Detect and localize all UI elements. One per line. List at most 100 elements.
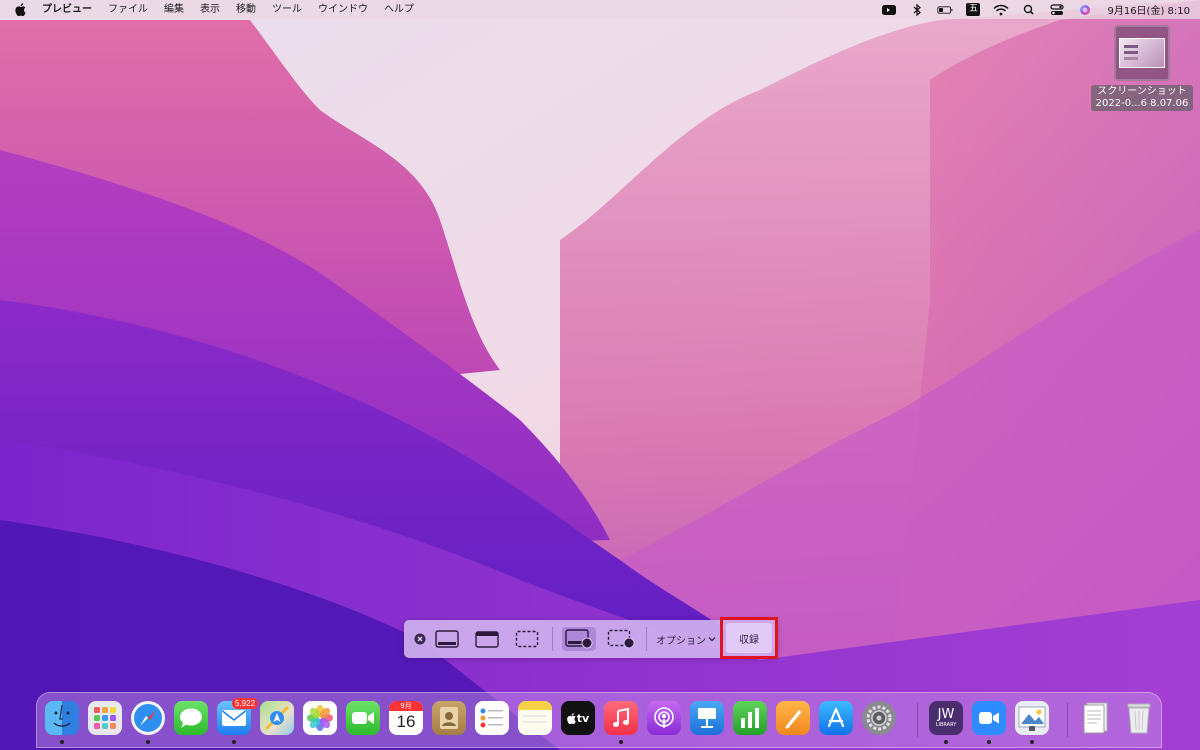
apple-tv-icon: tv: [561, 701, 595, 735]
menu-tools[interactable]: ツール: [264, 0, 310, 19]
podcasts-icon: [647, 701, 681, 735]
pages-icon: [776, 701, 810, 735]
photos-icon: [303, 701, 337, 735]
menu-view[interactable]: 表示: [192, 0, 228, 19]
search-icon[interactable]: [1015, 0, 1043, 19]
numbers-icon: [733, 701, 767, 735]
document-stack-icon: [1079, 701, 1113, 735]
dock-pages[interactable]: [776, 701, 810, 735]
dock-messages[interactable]: [174, 701, 208, 735]
dock-separator: [1067, 703, 1068, 737]
wifi-icon[interactable]: [987, 0, 1015, 19]
running-indicator: [619, 740, 623, 744]
dock-maps[interactable]: [260, 701, 294, 735]
options-button[interactable]: オプション: [654, 627, 718, 651]
launchpad-icon: [88, 701, 122, 735]
dock-system-preferences[interactable]: [862, 701, 896, 735]
dock-finder[interactable]: [45, 701, 79, 744]
close-icon[interactable]: [412, 627, 428, 651]
capture-entire-screen-icon[interactable]: [432, 627, 462, 651]
record-entire-screen-icon[interactable]: [562, 627, 596, 651]
jw-library-icon: JW LIBRARY: [929, 701, 963, 735]
dock-music[interactable]: [604, 701, 638, 744]
notes-icon: [518, 701, 552, 735]
jw-sublabel: LIBRARY: [935, 721, 957, 728]
mail-badge: 5,922: [232, 698, 259, 709]
dock-contacts[interactable]: [432, 701, 466, 735]
desktop-screenshot-file[interactable]: スクリーンショット 2022-0...6 8.07.06: [1090, 25, 1194, 111]
dock-tv[interactable]: tv: [561, 701, 595, 735]
dock-mail[interactable]: 5,922: [217, 698, 259, 744]
options-label: オプション: [656, 635, 706, 647]
calendar-month: 9月: [389, 701, 423, 711]
dock-notes[interactable]: [518, 701, 552, 735]
dock-facetime[interactable]: [346, 701, 380, 735]
apple-logo-icon[interactable]: [0, 3, 40, 16]
dock-jw-library[interactable]: JW LIBRARY: [929, 701, 963, 744]
record-selection-icon[interactable]: [604, 627, 638, 651]
screen-recording-icon[interactable]: [875, 0, 903, 19]
menu-go[interactable]: 移動: [228, 0, 264, 19]
dock-screenshots-stack[interactable]: [1079, 701, 1113, 735]
facetime-icon: [346, 701, 380, 735]
running-indicator: [944, 740, 948, 744]
dock-app-store[interactable]: [819, 701, 853, 735]
dock-photos[interactable]: [303, 701, 337, 735]
menu-edit[interactable]: 編集: [156, 0, 192, 19]
capture-window-icon[interactable]: [472, 627, 502, 651]
dock-trash[interactable]: [1122, 701, 1156, 735]
calendar-day: 16: [396, 712, 416, 731]
app-store-icon: [819, 701, 853, 735]
system-preferences-icon: [862, 701, 896, 735]
screenshot-thumbnail[interactable]: [1114, 25, 1170, 81]
screenshot-toolbar: オプション 収録: [404, 617, 778, 659]
dock-calendar[interactable]: 9月 16: [389, 701, 423, 735]
calendar-icon: 9月 16: [389, 701, 423, 735]
menu-app-name[interactable]: プレビュー: [40, 0, 100, 19]
running-indicator: [232, 740, 236, 744]
dock-preview[interactable]: [1015, 701, 1049, 744]
siri-icon[interactable]: [1071, 0, 1099, 19]
zoom-icon: [972, 701, 1006, 735]
dock-zoom[interactable]: [972, 701, 1006, 744]
tv-label: tv: [576, 711, 590, 725]
reminders-icon: [475, 701, 509, 735]
finder-icon: [45, 701, 79, 735]
preview-icon: [1015, 701, 1049, 735]
dock-keynote[interactable]: [690, 701, 724, 735]
running-indicator: [146, 740, 150, 744]
menu-window[interactable]: ウインドウ: [310, 0, 376, 19]
control-center-icon[interactable]: [1043, 0, 1071, 19]
file-name-line2: 2022-0...6 8.07.06: [1095, 98, 1189, 109]
file-label: スクリーンショット 2022-0...6 8.07.06: [1090, 85, 1194, 111]
dock-safari[interactable]: [131, 701, 165, 744]
menu-file[interactable]: ファイル: [100, 0, 156, 19]
contacts-icon: [432, 701, 466, 735]
dock-reminders[interactable]: [475, 701, 509, 735]
maps-icon: [260, 701, 294, 735]
input-method-icon[interactable]: 五: [959, 0, 987, 19]
menu-help[interactable]: ヘルプ: [376, 0, 422, 19]
music-icon: [604, 701, 638, 735]
dock-numbers[interactable]: [733, 701, 767, 735]
menubar-clock[interactable]: 9月16日(金) 8:10: [1099, 2, 1190, 17]
jw-label: JW: [937, 706, 955, 722]
dock-launchpad[interactable]: [88, 701, 122, 735]
running-indicator: [987, 740, 991, 744]
keynote-icon: [690, 701, 724, 735]
bluetooth-icon[interactable]: [903, 0, 931, 19]
trash-icon: [1122, 701, 1156, 735]
capture-selection-icon[interactable]: [512, 627, 542, 651]
input-method-glyph: 五: [966, 3, 981, 16]
battery-icon[interactable]: [931, 0, 959, 19]
chevron-down-icon: [708, 637, 716, 642]
record-button[interactable]: 収録: [720, 617, 778, 659]
dock-separator: [917, 703, 918, 737]
dock-podcasts[interactable]: [647, 701, 681, 735]
record-label: 収録: [739, 634, 759, 646]
safari-icon: [131, 701, 165, 735]
file-name-line1: スクリーンショット: [1097, 86, 1187, 97]
dock: 5,922 9月 16 tv JW LIBRARY: [36, 692, 1162, 748]
running-indicator: [60, 740, 64, 744]
running-indicator: [1030, 740, 1034, 744]
